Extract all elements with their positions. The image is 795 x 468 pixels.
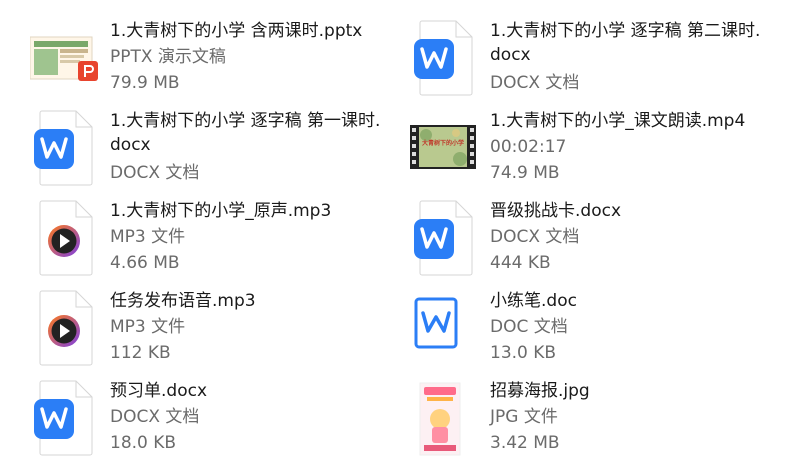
- audio-play-icon: [30, 285, 100, 369]
- video-thumbnail-icon: 大青树下的小学: [410, 105, 480, 189]
- file-type: PPTX 演示文稿: [110, 47, 226, 67]
- file-size: 74.9 MB: [490, 163, 560, 183]
- file-type: DOCX 文档: [490, 73, 580, 93]
- file-name: 1.大青树下的小学_课文朗读.mp4: [490, 111, 746, 131]
- image-thumbnail-icon: [410, 375, 480, 459]
- file-size: 444 KB: [490, 253, 551, 273]
- file-size: 3.42 MB: [490, 433, 560, 453]
- file-item[interactable]: 1.大青树下的小学 含两课时.pptx PPTX 演示文稿 79.9 MB: [30, 15, 390, 99]
- file-item[interactable]: 预习单.docx DOCX 文档 18.0 KB: [30, 375, 390, 459]
- video-thumbnail-title: 大青树下的小学: [421, 140, 464, 147]
- audio-play-icon: [30, 195, 100, 279]
- file-size: 13.0 KB: [490, 343, 557, 363]
- file-duration: 00:02:17: [490, 137, 567, 157]
- file-name: 1.大青树下的小学 逐字稿 第二课时.docx: [490, 21, 761, 65]
- file-size: 112 KB: [110, 343, 171, 363]
- file-type: MP3 文件: [110, 227, 186, 247]
- pptx-thumbnail-icon: [30, 15, 100, 99]
- wps-word-icon: [30, 375, 100, 459]
- wps-word-icon: [410, 15, 480, 99]
- file-type: JPG 文件: [490, 407, 558, 427]
- file-name: 小练笔.doc: [490, 291, 577, 311]
- file-name: 1.大青树下的小学 逐字稿 第一课时.docx: [110, 111, 381, 155]
- file-item[interactable]: 1.大青树下的小学 逐字稿 第二课时.docx DOCX 文档: [410, 15, 770, 99]
- file-item[interactable]: 大青树下的小学 1.大青树下的小学_课文朗读.mp4 00:02:17 74.9…: [410, 105, 770, 189]
- file-name: 任务发布语音.mp3: [110, 291, 256, 311]
- file-type: DOCX 文档: [110, 163, 200, 183]
- file-size: 18.0 KB: [110, 433, 177, 453]
- file-item[interactable]: 晋级挑战卡.docx DOCX 文档 444 KB: [410, 195, 770, 279]
- file-name: 1.大青树下的小学 含两课时.pptx: [110, 21, 363, 41]
- file-type: MP3 文件: [110, 317, 186, 337]
- file-type: DOC 文档: [490, 317, 568, 337]
- file-type: DOCX 文档: [490, 227, 580, 247]
- file-item[interactable]: 1.大青树下的小学 逐字稿 第一课时.docx DOCX 文档: [30, 105, 390, 189]
- file-name: 1.大青树下的小学_原声.mp3: [110, 201, 332, 221]
- file-item[interactable]: 招募海报.jpg JPG 文件 3.42 MB: [410, 375, 770, 459]
- file-name: 晋级挑战卡.docx: [490, 201, 622, 221]
- doc-word-icon: [410, 285, 480, 369]
- file-item[interactable]: 1.大青树下的小学_原声.mp3 MP3 文件 4.66 MB: [30, 195, 390, 279]
- file-size: 79.9 MB: [110, 73, 180, 93]
- wps-word-icon: [30, 105, 100, 189]
- file-type: DOCX 文档: [110, 407, 200, 427]
- wps-word-icon: [410, 195, 480, 279]
- file-item[interactable]: 任务发布语音.mp3 MP3 文件 112 KB: [30, 285, 390, 369]
- file-size: 4.66 MB: [110, 253, 180, 273]
- file-name: 预习单.docx: [110, 381, 208, 401]
- file-name: 招募海报.jpg: [490, 381, 590, 401]
- file-item[interactable]: 小练笔.doc DOC 文档 13.0 KB: [410, 285, 770, 369]
